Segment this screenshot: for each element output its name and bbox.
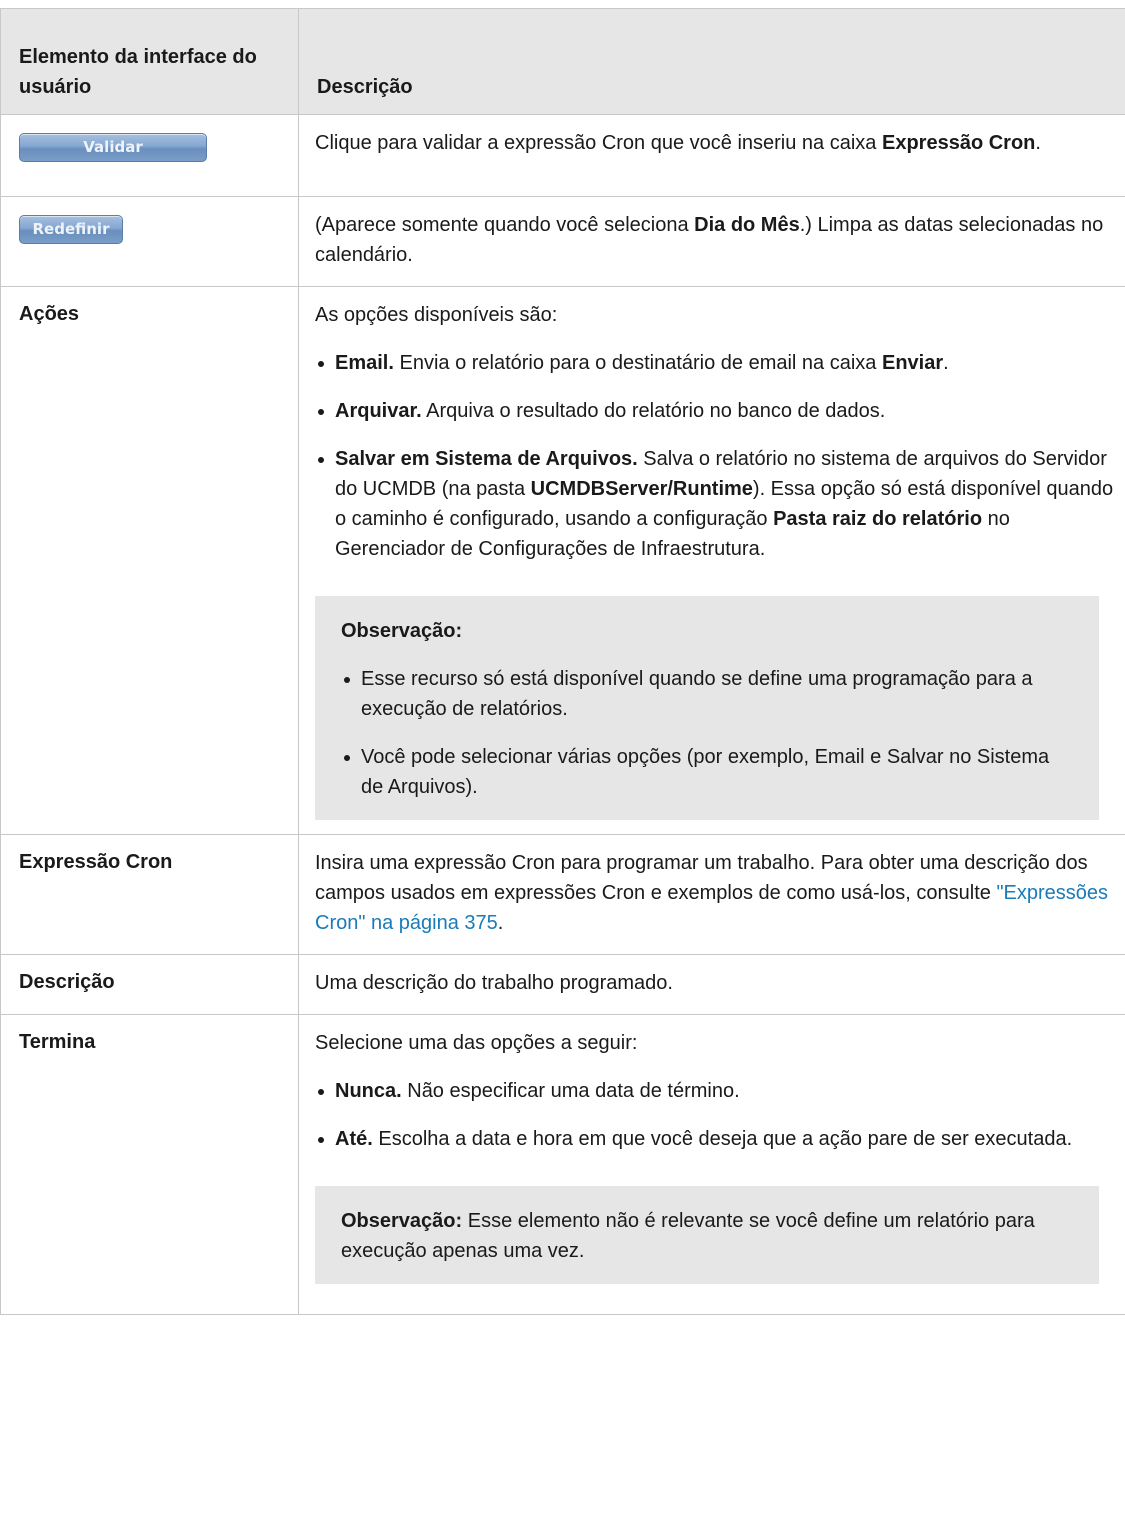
termina-options-list: Nunca. Não especificar uma data de térmi… [315, 1076, 1117, 1154]
list-item: Salvar em Sistema de Arquivos. Salva o r… [315, 444, 1117, 564]
ui-element-label: Descrição [0, 954, 299, 1015]
acoes-options-list: Email. Envia o relatório para o destinat… [315, 348, 1117, 564]
description-cell: (Aparece somente quando você seleciona D… [298, 196, 1125, 287]
ui-element-label: Ações [0, 286, 299, 835]
table-row: Descrição Uma descrição do trabalho prog… [0, 954, 1125, 1015]
table-row: Ações As opções disponíveis são: Email. … [0, 286, 1125, 835]
table-row: Redefinir (Aparece somente quando você s… [0, 196, 1125, 287]
note-text: Observação: Esse elemento não é relevant… [341, 1210, 1035, 1262]
description-cell: Insira uma expressão Cron para programar… [298, 834, 1125, 955]
ui-element-label: Termina [0, 1014, 299, 1315]
termina-intro: Selecione uma das opções a seguir: [315, 1032, 638, 1054]
cron-description: Insira uma expressão Cron para programar… [315, 852, 1109, 934]
description-cell: Selecione uma das opções a seguir: Nunca… [298, 1014, 1125, 1315]
header-ui-element: Elemento da interface do usuário [0, 8, 299, 115]
table-row: Validar Clique para validar a expressão … [0, 114, 1125, 197]
ui-elements-table: Elemento da interface do usuário Descriç… [0, 8, 1125, 1315]
header-description: Descrição [298, 8, 1125, 115]
table-header-row: Elemento da interface do usuário Descriç… [0, 8, 1125, 115]
list-item: Até. Escolha a data e hora em que você d… [315, 1124, 1117, 1154]
ui-element-cell: Validar [0, 114, 299, 197]
acoes-intro: As opções disponíveis são: [315, 304, 558, 326]
list-item: Esse recurso só está disponível quando s… [341, 664, 1073, 724]
description-cell: Uma descrição do trabalho programado. [298, 954, 1125, 1015]
description-cell: Clique para validar a expressão Cron que… [298, 114, 1125, 197]
redefinir-button[interactable]: Redefinir [19, 215, 123, 244]
list-item: Nunca. Não especificar uma data de térmi… [315, 1076, 1117, 1106]
list-item: Você pode selecionar várias opções (por … [341, 742, 1073, 802]
termina-note: Observação: Esse elemento não é relevant… [315, 1186, 1099, 1284]
validar-button[interactable]: Validar [19, 133, 207, 162]
list-item: Arquivar. Arquiva o resultado do relatór… [315, 396, 1117, 426]
table-row: Expressão Cron Insira uma expressão Cron… [0, 834, 1125, 955]
list-item: Email. Envia o relatório para o destinat… [315, 348, 1117, 378]
description-cell: As opções disponíveis são: Email. Envia … [298, 286, 1125, 835]
validar-description: Clique para validar a expressão Cron que… [315, 132, 1041, 154]
redefinir-description: (Aparece somente quando você seleciona D… [315, 214, 1104, 266]
note-title: Observação: [341, 620, 463, 642]
table-row: Termina Selecione uma das opções a segui… [0, 1014, 1125, 1315]
ui-element-cell: Redefinir [0, 196, 299, 287]
descricao-text: Uma descrição do trabalho programado. [315, 972, 673, 994]
ui-element-label: Expressão Cron [0, 834, 299, 955]
acoes-note: Observação: Esse recurso só está disponí… [315, 596, 1099, 820]
note-list: Esse recurso só está disponível quando s… [341, 664, 1073, 802]
